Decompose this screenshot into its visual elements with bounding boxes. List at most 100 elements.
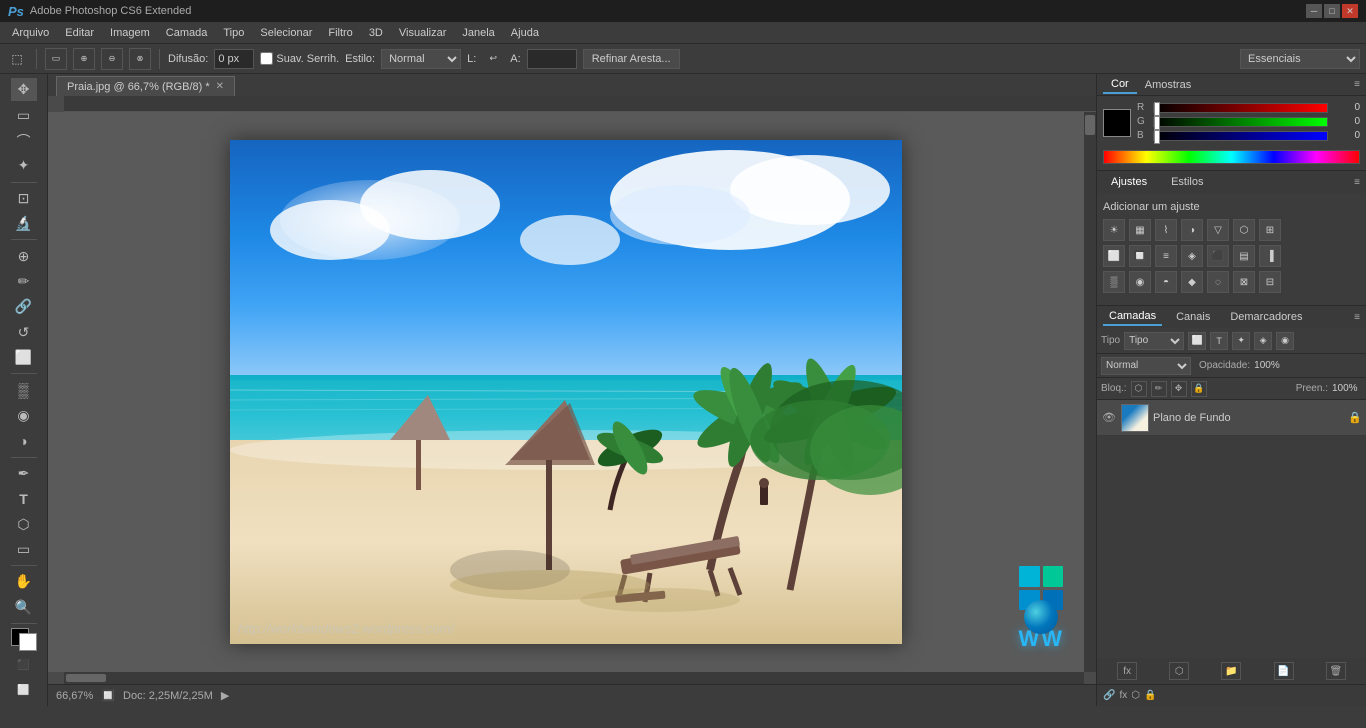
filter-icon-4[interactable]: ◈ [1254,332,1272,350]
new-group-btn[interactable]: 📁 [1221,662,1241,680]
b-slider[interactable] [1153,131,1328,141]
layer-visibility-btn[interactable]: 👁 [1101,410,1117,426]
crop-tool[interactable]: ⊡ [11,187,37,210]
filter-type-select[interactable]: Tipo [1124,332,1184,350]
selection-tool-icon[interactable]: ⬚ [6,48,28,70]
healing-tool[interactable]: ⊕ [11,244,37,267]
doc-size-arrow[interactable]: ▶ [221,689,229,702]
add-effect-btn[interactable]: fx [1117,662,1137,680]
adj-gradient-icon[interactable]: ▒ [1103,271,1125,293]
delete-layer-btn[interactable]: 🗑 [1326,662,1346,680]
shape-tool[interactable]: ▭ [11,538,37,561]
background-color[interactable] [19,633,37,651]
tab-demarcadores[interactable]: Demarcadores [1224,309,1308,325]
adj-threshold-icon[interactable]: ▐ [1259,245,1281,267]
diffusion-input[interactable] [214,49,254,69]
adj-photo-icon[interactable]: 🔲 [1129,245,1151,267]
pen-tool[interactable]: ✒ [11,462,37,485]
adj-bw-icon[interactable]: ⬜ [1103,245,1125,267]
style-select[interactable]: Normal [381,49,461,69]
tab-estilos[interactable]: Estilos [1163,174,1211,190]
screen-mode-btn[interactable]: ⬜ [11,679,37,702]
document-tab[interactable]: Praia.jpg @ 66,7% (RGB/8) * ✕ [56,76,235,96]
menu-arquivo[interactable]: Arquivo [4,25,57,41]
adj-color-icon[interactable]: ◈ [1181,245,1203,267]
maximize-button[interactable]: □ [1324,4,1340,18]
filter-icon-3[interactable]: ✦ [1232,332,1250,350]
lock-pixels-btn[interactable]: ✏ [1151,381,1167,397]
color-picker[interactable] [11,628,37,651]
adj-match-icon[interactable]: ⊠ [1233,271,1255,293]
scrollbar-vertical[interactable] [1084,112,1096,672]
color-swatch-preview[interactable] [1103,109,1131,137]
move-tool[interactable]: ✥ [11,78,37,101]
adj-hdr-icon[interactable]: ◆ [1181,271,1203,293]
adj-vibrance-icon[interactable]: ▽ [1207,219,1229,241]
adj-desaturate-icon[interactable]: ◌ [1207,271,1229,293]
lock-all-btn[interactable]: 🔒 [1191,381,1207,397]
l-icon[interactable]: ↩ [482,48,504,70]
zoom-tool[interactable]: 🔍 [11,596,37,619]
gradient-tool[interactable]: ▒ [11,378,37,401]
lock-transparent-btn[interactable]: ⬡ [1131,381,1147,397]
hand-tool[interactable]: ✋ [11,570,37,593]
add-select-btn[interactable]: ⊕ [73,48,95,70]
brush-tool[interactable]: ✏ [11,270,37,293]
eraser-tool[interactable]: ⬜ [11,346,37,369]
inter-select-btn[interactable]: ⊗ [129,48,151,70]
adj-levels-icon[interactable]: ▦ [1129,219,1151,241]
canvas-content[interactable]: http://worldwindows2.wordpress.com/ WW [48,112,1084,672]
magic-wand-tool[interactable]: ✦ [11,154,37,177]
adj-shadow-icon[interactable]: ◓ [1155,271,1177,293]
tab-ajustes[interactable]: Ajustes [1103,174,1155,190]
lock-position-btn[interactable]: ✥ [1171,381,1187,397]
sub-select-btn[interactable]: ⊖ [101,48,123,70]
menu-imagem[interactable]: Imagem [102,25,158,41]
quick-mask-btn[interactable]: ⬛ [11,653,37,676]
adj-exposure-icon[interactable]: ◑ [1181,219,1203,241]
adj-collapse[interactable]: ≡ [1354,177,1360,188]
a-input[interactable] [527,49,577,69]
layer-item-background[interactable]: 👁 Plano de Fundo 🔒 [1097,400,1366,436]
menu-tipo[interactable]: Tipo [215,25,252,41]
adj-posterize-icon[interactable]: ▤ [1233,245,1255,267]
menu-janela[interactable]: Janela [454,25,502,41]
filter-icon-1[interactable]: ⬜ [1188,332,1206,350]
adj-selective-icon[interactable]: ◉ [1129,271,1151,293]
history-brush-tool[interactable]: ↺ [11,321,37,344]
r-slider[interactable] [1153,103,1328,113]
smooth-checkbox[interactable] [260,52,273,65]
eyedropper-tool[interactable]: 🔬 [11,212,37,235]
close-button[interactable]: ✕ [1342,4,1358,18]
clone-tool[interactable]: 🔗 [11,295,37,318]
new-layer-btn[interactable]: 📄 [1274,662,1294,680]
tab-canais[interactable]: Canais [1170,309,1216,325]
menu-editar[interactable]: Editar [57,25,102,41]
tab-camadas[interactable]: Camadas [1103,308,1162,326]
adj-curves-icon[interactable]: ⌇ [1155,219,1177,241]
text-tool[interactable]: T [11,487,37,510]
tab-amostras[interactable]: Amostras [1137,77,1199,93]
refine-edge-button[interactable]: Refinar Aresta... [583,49,680,69]
rect-select-btn[interactable]: ▭ [45,48,67,70]
adj-mixer-icon[interactable]: ≡ [1155,245,1177,267]
g-slider[interactable] [1153,117,1328,127]
adj-brightness-icon[interactable]: ☀ [1103,219,1125,241]
adj-invert-icon[interactable]: ⬛ [1207,245,1229,267]
filter-icon-2[interactable]: T [1210,332,1228,350]
minimize-button[interactable]: ─ [1306,4,1322,18]
blur-tool[interactable]: ◉ [11,404,37,427]
filter-icon-5[interactable]: ◉ [1276,332,1294,350]
menu-visualizar[interactable]: Visualizar [391,25,455,41]
path-select-tool[interactable]: ⬡ [11,512,37,535]
blend-mode-select[interactable]: Normal [1101,357,1191,375]
scrollbar-horizontal[interactable] [64,672,1084,684]
menu-ajuda[interactable]: Ajuda [503,25,547,41]
menu-3d[interactable]: 3D [361,25,391,41]
layers-collapse[interactable]: ≡ [1354,312,1360,323]
menu-selecionar[interactable]: Selecionar [252,25,320,41]
marquee-tool[interactable]: ▭ [11,103,37,126]
color-panel-collapse[interactable]: ≡ [1354,79,1360,90]
color-spectrum[interactable] [1103,150,1360,164]
lasso-tool[interactable]: ⌒ [11,129,37,152]
